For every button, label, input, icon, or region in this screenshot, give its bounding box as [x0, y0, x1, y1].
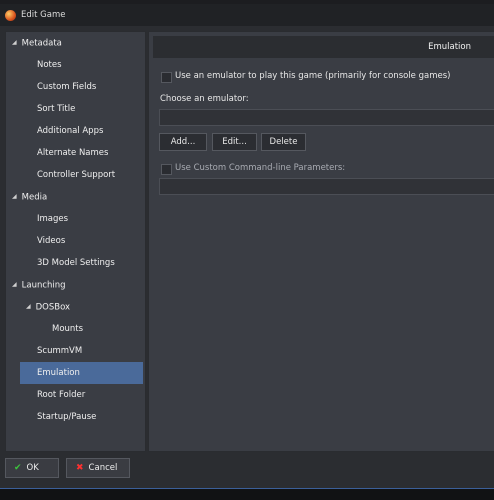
tree-item-sort-title[interactable]: Sort Title — [37, 98, 75, 120]
add-emulator-button[interactable]: Add... — [159, 133, 207, 151]
choose-emulator-label: Choose an emulator: — [160, 94, 249, 104]
triangle-expanded-icon[interactable]: ◢ — [12, 186, 17, 208]
checkmark-icon: ✔ — [14, 463, 22, 473]
tree-label: Media — [21, 192, 48, 203]
tree-group-media[interactable]: ◢ Media — [12, 186, 47, 208]
tree-item-notes[interactable]: Notes — [37, 54, 62, 76]
tree-item-3d-model-settings[interactable]: 3D Model Settings — [37, 252, 115, 274]
custom-params-checkbox[interactable] — [161, 164, 172, 175]
section-title: Emulation — [428, 42, 471, 52]
tree-item-videos[interactable]: Videos — [37, 230, 65, 252]
tree-item-mounts[interactable]: Mounts — [52, 318, 83, 340]
tree-item-root-folder[interactable]: Root Folder — [37, 384, 85, 406]
triangle-expanded-icon[interactable]: ◢ — [12, 274, 17, 296]
tree-item-additional-apps[interactable]: Additional Apps — [37, 120, 103, 142]
category-tree: ◢ Metadata Notes Custom Fields Sort Title… — [5, 31, 146, 452]
use-emulator-checkbox[interactable] — [161, 72, 172, 83]
tree-group-launching[interactable]: ◢ Launching — [12, 274, 66, 296]
triangle-expanded-icon[interactable]: ◢ — [12, 32, 17, 54]
tree-item-emulation[interactable]: Emulation — [20, 362, 143, 384]
triangle-expanded-icon[interactable]: ◢ — [26, 296, 31, 318]
tree-item-custom-fields[interactable]: Custom Fields — [37, 76, 96, 98]
section-header: Emulation — [153, 36, 494, 58]
window-title: Edit Game — [21, 10, 66, 20]
emulation-panel: Emulation Use an emulator to play this g… — [148, 31, 494, 452]
taskbar-strip — [0, 488, 494, 500]
custom-params-label[interactable]: Use Custom Command-line Parameters: — [175, 163, 345, 173]
x-icon: ✖ — [76, 463, 84, 473]
tree-item-controller-support[interactable]: Controller Support — [37, 164, 115, 186]
tree-item-alternate-names[interactable]: Alternate Names — [37, 142, 108, 164]
launchbox-icon — [5, 9, 16, 21]
custom-params-field[interactable] — [159, 178, 494, 195]
accent-line — [0, 488, 494, 489]
tree-label: Launching — [21, 280, 66, 291]
tree-label: DOSBox — [35, 302, 71, 313]
tree-label: Metadata — [21, 38, 62, 49]
ok-label: OK — [26, 463, 39, 473]
ok-button[interactable]: ✔ OK — [5, 458, 59, 478]
edit-emulator-button[interactable]: Edit... — [212, 133, 257, 151]
tree-item-scummvm[interactable]: ScummVM — [37, 340, 82, 362]
tree-group-dosbox[interactable]: ◢ DOSBox — [26, 296, 70, 318]
tree-group-metadata[interactable]: ◢ Metadata — [12, 32, 62, 54]
tree-item-startup-pause[interactable]: Startup/Pause — [37, 406, 96, 428]
title-bar: Edit Game — [0, 4, 494, 26]
use-emulator-label[interactable]: Use an emulator to play this game (prima… — [175, 71, 450, 81]
delete-emulator-button[interactable]: Delete — [261, 133, 306, 151]
tree-item-images[interactable]: Images — [37, 208, 68, 230]
emulator-select[interactable] — [159, 109, 494, 126]
cancel-button[interactable]: ✖ Cancel — [66, 458, 130, 478]
cancel-label: Cancel — [88, 463, 118, 473]
